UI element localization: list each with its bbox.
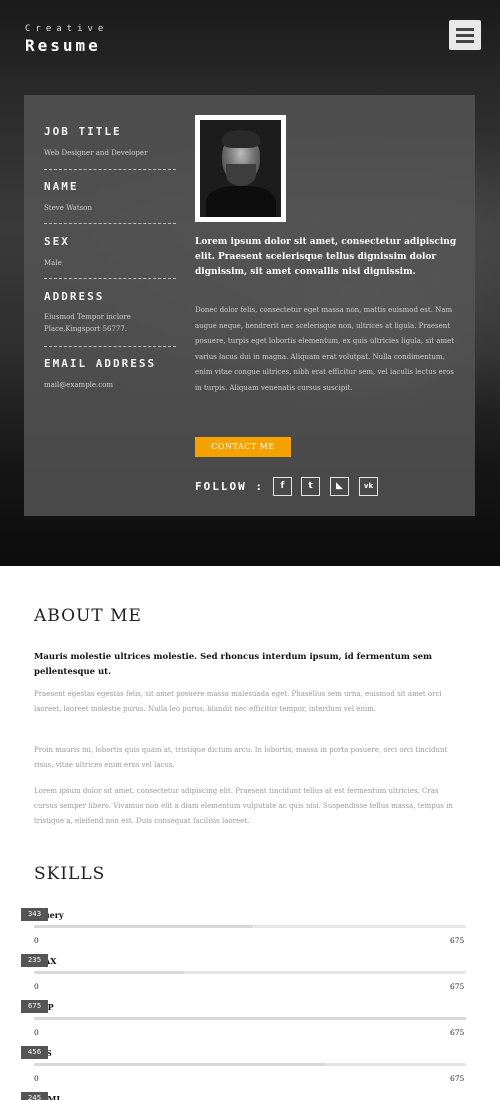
divider — [44, 346, 176, 347]
skill-max-label: 675 — [450, 1028, 465, 1037]
profile-lead-text: Lorem ipsum dolor sit amet, consectetur … — [195, 237, 457, 277]
brand-title[interactable]: Resume — [25, 36, 101, 55]
skills-title: SKILLS — [34, 864, 106, 884]
brand-subtitle: Creative — [25, 24, 109, 34]
skill-value-badge: 343 — [21, 908, 48, 921]
about-paragraph: Praesent egestas egestas felis, sit amet… — [34, 690, 442, 713]
sex-value: Male — [44, 259, 62, 267]
profile-body-text: Donec dolor felis, consectetur eget mass… — [195, 306, 455, 392]
follow-label: FOLLOW : — [195, 480, 264, 493]
job-title-value: Web Designer and Developer — [44, 149, 148, 157]
rss-icon[interactable]: ◣ — [330, 477, 349, 496]
about-paragraph: Proin mauris mi, lobortis quis quam at, … — [34, 746, 448, 769]
hamburger-icon[interactable] — [449, 20, 481, 50]
skill-slider-fill — [34, 925, 253, 928]
about-title: ABOUT ME — [34, 606, 142, 626]
name-value: Steve Watson — [44, 204, 92, 212]
skill-max-label: 675 — [450, 1074, 465, 1083]
skill-slider[interactable] — [34, 971, 466, 974]
hero-section: Creative Resume JOB TITLE Web Designer a… — [0, 0, 500, 566]
sex-label: SEX — [44, 235, 70, 248]
skill-slider-fill — [34, 971, 184, 974]
email-value[interactable]: mail@example.com — [44, 379, 184, 391]
skill-min-label: 0 — [34, 982, 39, 991]
skill-slider[interactable] — [34, 925, 466, 928]
skill-max-label: 675 — [450, 982, 465, 991]
about-paragraph: Lorem ipsum dolor sit amet, consectetur … — [34, 787, 453, 825]
skill-min-label: 0 — [34, 936, 39, 945]
job-title-label: JOB TITLE — [44, 125, 122, 138]
skill-slider-fill — [34, 1017, 466, 1020]
profile-card: JOB TITLE Web Designer and Developer NAM… — [24, 95, 475, 516]
divider — [44, 169, 176, 170]
skill-slider[interactable] — [34, 1017, 466, 1020]
skill-value-badge: 235 — [21, 954, 48, 967]
divider — [44, 278, 176, 279]
address-value: Eiusmod Tempor inclore Place,Kingsport 5… — [44, 313, 131, 333]
skill-slider-fill — [34, 1063, 326, 1066]
skill-min-label: 0 — [34, 1028, 39, 1037]
skill-value-badge: 675 — [21, 1000, 48, 1013]
name-label: NAME — [44, 180, 79, 193]
divider — [44, 223, 176, 224]
address-label: ADDRESS — [44, 290, 105, 303]
email-label: EMAIL ADDRESS — [44, 357, 157, 370]
facebook-icon[interactable]: f — [273, 477, 292, 496]
skill-value-badge: 245 — [21, 1092, 48, 1100]
skill-slider[interactable] — [34, 1063, 466, 1066]
skill-max-label: 675 — [450, 936, 465, 945]
contact-me-button[interactable]: CONTACT ME — [195, 437, 291, 457]
vk-icon[interactable]: vk — [359, 477, 378, 496]
skill-min-label: 0 — [34, 1074, 39, 1083]
twitter-icon[interactable]: t — [301, 477, 320, 496]
skill-value-badge: 456 — [21, 1046, 48, 1059]
avatar — [200, 120, 281, 217]
profile-photo — [195, 115, 286, 222]
about-section: ABOUT ME Mauris molestie ultrices molest… — [0, 566, 500, 1100]
about-lead-text: Mauris molestie ultrices molestie. Sed r… — [34, 652, 433, 677]
